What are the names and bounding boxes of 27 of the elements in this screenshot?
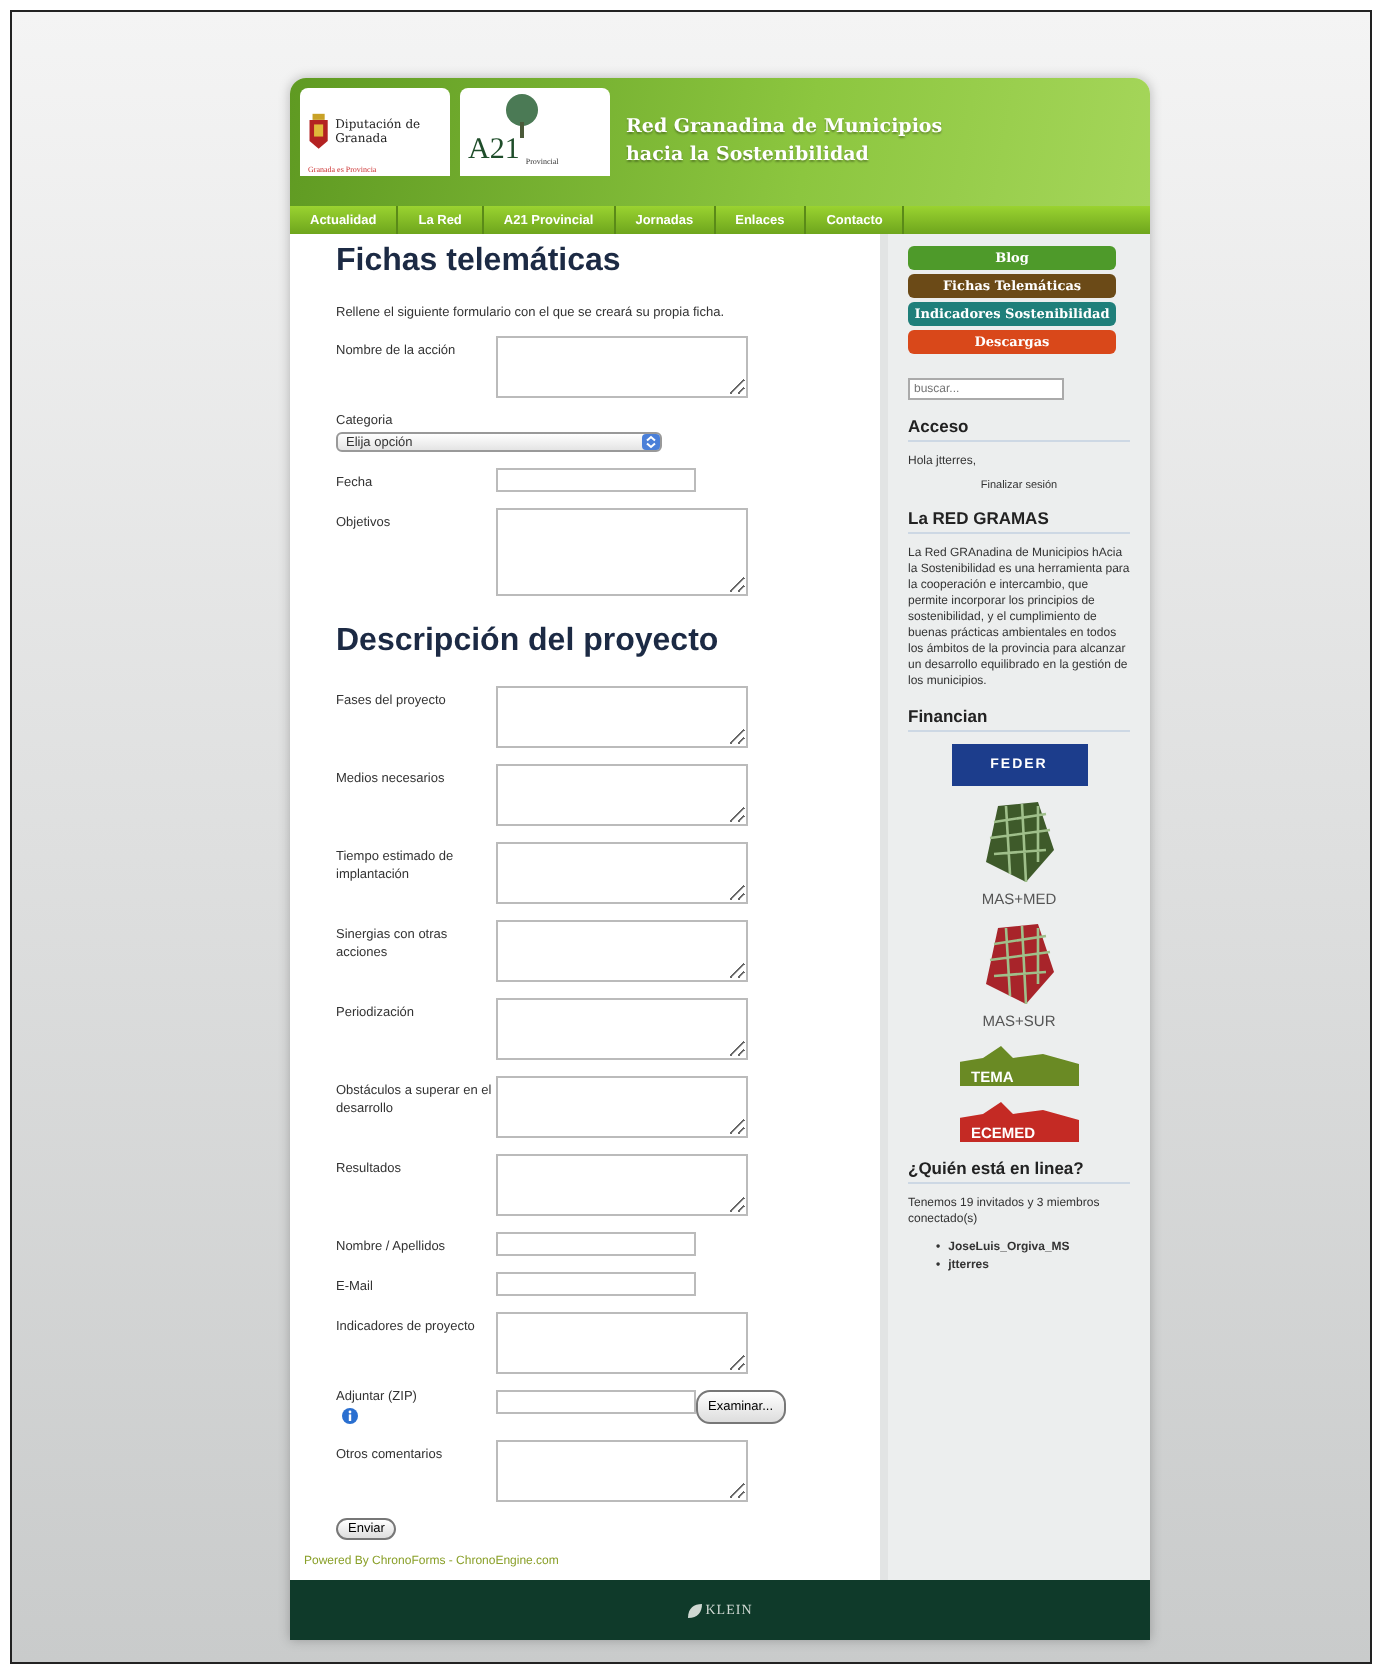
section-heading: La RED GRAMAS: [908, 508, 1130, 534]
file-input-field[interactable]: [496, 1390, 696, 1414]
page-title: Fichas telemáticas: [336, 244, 623, 280]
input-field[interactable]: [496, 1232, 696, 1256]
dropdown-arrow-icon: [642, 434, 660, 450]
text-area[interactable]: [496, 920, 748, 982]
text-area[interactable]: [496, 1440, 748, 1502]
site-title: Red Granadina de Municipios hacia la Sostenibilidad: [626, 114, 943, 170]
info-icon[interactable]: [342, 1408, 358, 1424]
text-area[interactable]: [496, 998, 748, 1060]
text-area[interactable]: [496, 508, 748, 596]
input-field[interactable]: [496, 1272, 696, 1296]
section-heading: ¿Quién está en linea?: [908, 1158, 1130, 1184]
text-area[interactable]: [496, 1312, 748, 1374]
leaf-icon: [687, 1603, 702, 1617]
section-heading: Financian: [908, 706, 1130, 732]
text-area[interactable]: [496, 336, 748, 398]
text-area[interactable]: [496, 686, 748, 748]
input-field[interactable]: [496, 468, 696, 492]
logo-text: A21: [468, 133, 520, 167]
tree-icon: [504, 94, 540, 142]
text-area[interactable]: [496, 1076, 748, 1138]
text-area[interactable]: [496, 764, 748, 826]
text-area[interactable]: [496, 1154, 748, 1216]
section-title: Descripción del proyecto: [336, 624, 721, 660]
section-heading: Acceso: [908, 416, 1130, 442]
text-area[interactable]: [496, 842, 748, 904]
